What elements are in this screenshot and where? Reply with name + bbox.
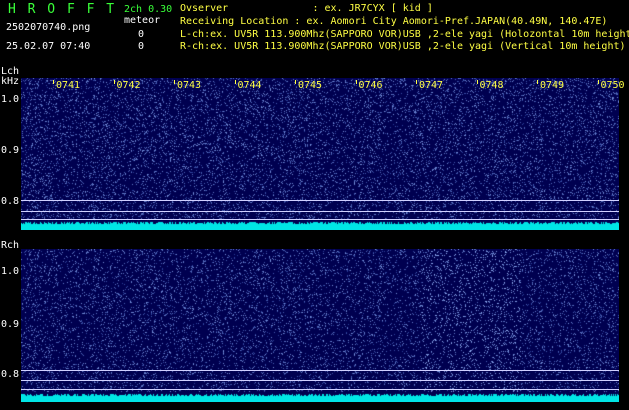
lch-spectrogram-canvas — [21, 78, 619, 230]
lch-tick-1-0: 1.0 — [1, 94, 20, 105]
time-label-0747: 0747 — [419, 80, 444, 91]
khz-unit-label: kHz — [1, 76, 20, 87]
time-tick-mark — [597, 80, 599, 84]
time-label-0745: 0745 — [298, 80, 323, 91]
time-label-0742: 0742 — [116, 80, 141, 91]
time-tick-mark — [476, 80, 478, 84]
time-label-0743: 0743 — [177, 80, 202, 91]
lch-ref-line-3 — [21, 219, 619, 220]
rch-tick-1-0: 1.0 — [1, 266, 20, 277]
rch-receiver-info: R-ch:ex. UV5R 113.900Mhz(SAPPORO VOR)USB… — [180, 41, 626, 52]
lch-ref-line-2 — [21, 211, 619, 212]
time-tick-mark — [53, 80, 54, 84]
rch-ref-line-3 — [21, 389, 619, 390]
time-tick-mark — [537, 80, 538, 84]
file-name: 2502070740.png — [6, 22, 91, 33]
rch-ref-line-2 — [21, 380, 619, 381]
lch-tick-0-9: 0.9 — [1, 145, 20, 156]
time-tick-mark — [355, 80, 357, 84]
time-label-0741: 0741 — [56, 80, 81, 91]
observer-info: Ovserver : ex. JR7CYX [ kid ] — [180, 3, 433, 14]
time-label-0749: 0749 — [540, 80, 565, 91]
time-tick-mark — [174, 80, 175, 84]
date-time: 25.02.07 07:40 — [6, 41, 91, 52]
time-label-0746: 0746 — [358, 80, 383, 91]
time-label-0744: 0744 — [237, 80, 262, 91]
lch-receiver-info: L-ch:ex. UV5R 113.900Mhz(SAPPORO VOR)USB… — [180, 29, 629, 40]
time-tick-mark — [416, 80, 417, 84]
header-bar: H R O F F T 2ch 0.30 meteor 2502070740.p… — [0, 0, 629, 66]
rch-label: Rch — [1, 240, 20, 251]
location-info: Receiving Location : ex. Aomori City Aom… — [180, 16, 608, 27]
lch-meteor-count: 0 — [138, 29, 145, 40]
meteor-label: meteor — [124, 15, 161, 26]
rch-tick-0-9: 0.9 — [1, 319, 20, 330]
time-label-0750: 0750 — [600, 80, 625, 91]
rch-tick-0-8: 0.8 — [1, 369, 20, 380]
rch-ref-line-1 — [21, 370, 619, 371]
lch-tick-0-8: 0.8 — [1, 196, 20, 207]
lch-ref-line-1 — [21, 200, 619, 201]
lch-spectrogram — [21, 78, 619, 230]
time-tick-mark — [295, 80, 296, 84]
time-label-0748: 0748 — [479, 80, 504, 91]
time-tick-mark — [234, 80, 236, 84]
app-logo: H R O F F T — [8, 2, 117, 17]
rch-meteor-count: 0 — [138, 41, 145, 52]
time-tick-mark — [113, 80, 115, 84]
